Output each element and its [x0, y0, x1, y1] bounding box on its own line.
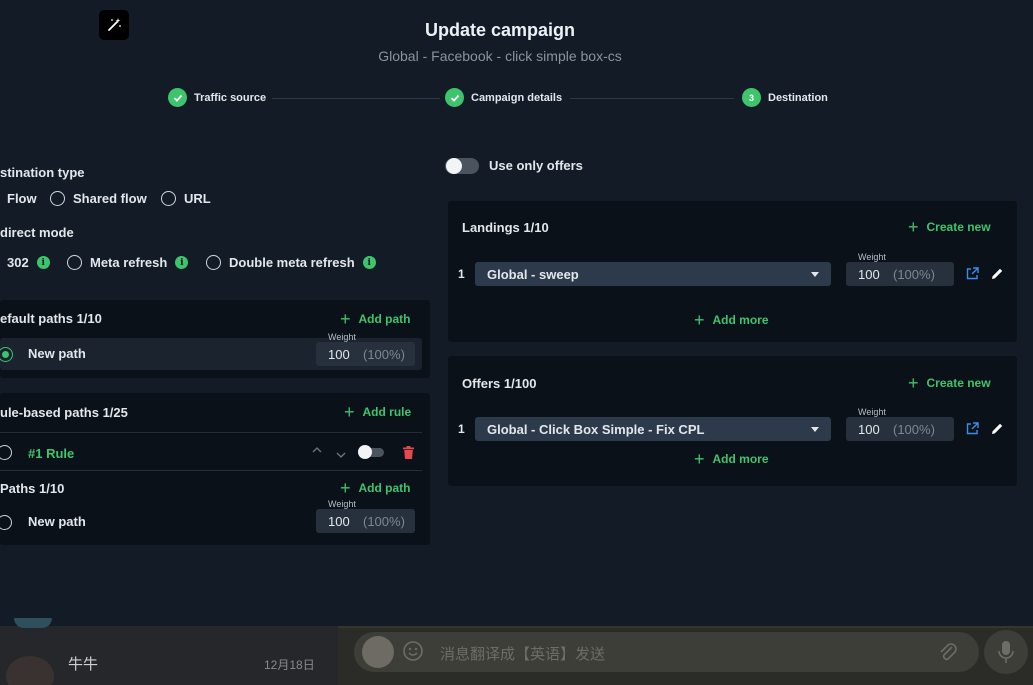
pencil-icon[interactable]	[991, 422, 1004, 440]
avatar[interactable]	[6, 656, 54, 685]
caret-down-icon	[811, 427, 819, 432]
default-paths-title: efault paths 1/10	[0, 311, 102, 326]
page-subtitle: Global - Facebook - click simple box-cs	[378, 48, 622, 64]
offers-title: Offers 1/100	[462, 376, 537, 391]
check-icon	[168, 88, 187, 107]
pencil-icon[interactable]	[991, 267, 1004, 285]
stepper: Traffic source Campaign details 3 Destin…	[168, 88, 832, 110]
step-label: Destination	[768, 91, 828, 104]
path-radio[interactable]	[0, 515, 12, 530]
destination-flow-option[interactable]: Flow	[7, 191, 37, 206]
chevron-up-icon[interactable]	[312, 446, 322, 457]
step-campaign-details[interactable]: Campaign details	[445, 88, 562, 107]
use-only-offers-toggle[interactable]	[445, 158, 479, 174]
rule-paths-title: ule-based paths 1/25	[0, 405, 128, 420]
redirect-meta-refresh-option[interactable]: Meta refresh i	[67, 255, 189, 270]
add-rule-path-button[interactable]: + Add path	[340, 478, 411, 498]
weight-input[interactable]: Weight 100 (100%)	[316, 499, 415, 533]
rule-path-name: New path	[28, 514, 86, 529]
rule-radio[interactable]	[0, 445, 12, 460]
rule-toggle[interactable]	[358, 445, 384, 459]
add-rule-button[interactable]: + Add rule	[344, 402, 411, 422]
step-connector	[272, 98, 440, 99]
offers-card: Offers 1/100 + Create new 1 Global - Clic…	[448, 356, 1017, 486]
radio-button[interactable]	[161, 191, 176, 206]
chat-placeholder: 消息翻译成【英语】发送	[440, 646, 606, 663]
add-path-button[interactable]: + Add path	[340, 309, 411, 329]
weight-input[interactable]: Weight 100 (100%)	[316, 332, 415, 366]
create-landing-button[interactable]: + Create new	[908, 217, 991, 237]
create-offer-button[interactable]: + Create new	[908, 373, 991, 393]
radio-button[interactable]	[50, 191, 65, 206]
rule-paths-subtitle: Paths 1/10	[0, 481, 65, 496]
step-connector	[570, 98, 734, 99]
check-icon	[445, 88, 464, 107]
plus-icon: +	[694, 310, 705, 330]
divider	[0, 470, 422, 471]
page-title: Update campaign	[424, 20, 576, 40]
step-destination[interactable]: 3 Destination	[742, 88, 828, 107]
rule-based-paths-card: ule-based paths 1/25 + Add rule #1 Rule P…	[0, 393, 430, 545]
external-link-icon[interactable]	[966, 267, 979, 285]
step-label: Campaign details	[471, 91, 563, 104]
redirect-mode-label: direct mode	[0, 225, 74, 240]
radio-button[interactable]	[67, 255, 82, 270]
use-only-offers-label: Use only offers	[489, 158, 583, 173]
landing-index: 1	[458, 267, 465, 281]
step-label: Traffic source	[194, 91, 267, 104]
plus-icon: +	[908, 217, 919, 237]
weight-input[interactable]: Weight 100 (100%)	[846, 252, 954, 286]
plus-icon: +	[340, 478, 351, 498]
rule-name[interactable]: #1 Rule	[28, 446, 74, 461]
chat-contact-name[interactable]: 牛牛	[68, 653, 98, 674]
paperclip-icon[interactable]	[938, 641, 958, 668]
microphone-icon	[998, 640, 1014, 669]
default-path-row[interactable]: New path Weight 100 (100%)	[0, 332, 422, 370]
add-more-landing-button[interactable]: + Add more	[694, 310, 769, 330]
divider	[0, 432, 422, 433]
plus-icon: +	[908, 373, 919, 393]
destination-url-option[interactable]: URL	[161, 191, 211, 206]
info-icon[interactable]: i	[362, 256, 376, 269]
destination-shared-flow-option[interactable]: Shared flow	[50, 191, 147, 206]
landings-title: Landings 1/10	[462, 220, 549, 235]
info-icon[interactable]: i	[36, 256, 50, 269]
plus-icon: +	[344, 402, 355, 422]
external-link-icon[interactable]	[966, 422, 979, 440]
emoji-icon[interactable]	[402, 640, 424, 667]
trash-icon[interactable]	[403, 446, 414, 464]
offer-index: 1	[458, 422, 465, 436]
landing-select[interactable]: Global - sweep	[475, 262, 831, 286]
landings-card: Landings 1/10 + Create new 1 Global - swe…	[448, 201, 1017, 342]
chevron-down-icon[interactable]	[336, 446, 346, 464]
chat-date: 12月18日	[264, 658, 315, 672]
avatar	[362, 636, 394, 668]
plus-icon: +	[340, 309, 351, 329]
destination-type-label: stination type	[0, 165, 85, 180]
info-icon[interactable]: i	[175, 256, 189, 269]
step-number: 3	[742, 88, 761, 107]
redirect-double-meta-refresh-option[interactable]: Double meta refresh i	[206, 255, 376, 270]
weight-input[interactable]: Weight 100 (100%)	[846, 407, 954, 441]
radio-button[interactable]	[206, 255, 221, 270]
add-more-offer-button[interactable]: + Add more	[694, 449, 769, 469]
path-radio[interactable]	[0, 347, 13, 362]
plus-icon: +	[694, 449, 705, 469]
default-paths-card: efault paths 1/10 + Add path New path Wei…	[0, 300, 430, 378]
avatar	[14, 618, 52, 628]
microphone-button[interactable]	[984, 630, 1028, 674]
redirect-302-option[interactable]: 302 i	[7, 255, 50, 270]
caret-down-icon	[811, 272, 819, 277]
offer-select[interactable]: Global - Click Box Simple - Fix CPL	[475, 417, 831, 441]
step-traffic-source[interactable]: Traffic source	[168, 88, 266, 107]
path-name: New path	[28, 346, 86, 361]
